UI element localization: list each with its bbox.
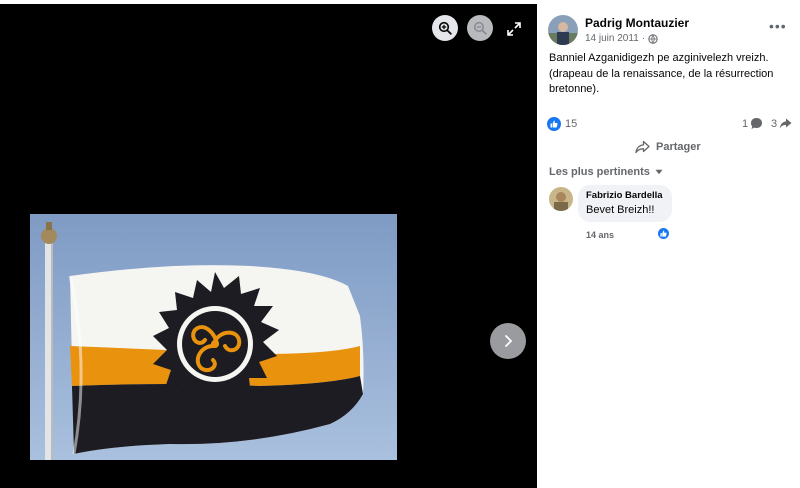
post-author[interactable]: Padrig Montauzier — [585, 16, 689, 30]
comment-icon — [751, 118, 763, 129]
share-icon — [779, 118, 792, 129]
photo-viewer — [0, 4, 537, 488]
zoom-in-icon — [438, 21, 452, 35]
commenter-avatar[interactable] — [549, 187, 573, 211]
reactions-summary[interactable]: 15 — [547, 117, 577, 131]
globe-icon — [648, 33, 658, 44]
chevron-right-icon — [505, 335, 513, 347]
thumbs-up-icon — [660, 230, 667, 237]
comments-count[interactable]: 1 — [742, 117, 763, 130]
next-photo-button[interactable] — [490, 323, 526, 359]
thumbs-up-icon — [550, 120, 558, 128]
comment-time[interactable]: 14 ans — [586, 230, 614, 240]
fullscreen-icon — [507, 22, 521, 36]
post-text-line: Banniel Azganidigezh pe azginivelezh vre… — [549, 52, 769, 64]
meta-separator: · — [641, 33, 646, 44]
share-button[interactable]: Partager — [635, 140, 701, 154]
zoom-out-icon — [473, 21, 487, 35]
comment-bubble: Fabrizio Bardella Bevet Breizh!! — [578, 185, 672, 222]
comment-count-value: 1 — [742, 117, 749, 130]
sort-label: Les plus pertinents — [549, 166, 650, 178]
author-avatar[interactable] — [548, 15, 578, 45]
post-date[interactable]: 14 juin 2011 — [585, 33, 639, 44]
share-icon — [635, 140, 650, 154]
more-options-button[interactable]: ••• — [769, 18, 787, 34]
share-label: Partager — [656, 141, 701, 153]
comment-author[interactable]: Fabrizio Bardella — [586, 190, 663, 201]
comment-sort-dropdown[interactable]: Les plus pertinents — [549, 166, 663, 178]
comment-like-badge[interactable] — [657, 227, 670, 240]
fullscreen-button[interactable] — [504, 19, 524, 39]
post-text-line: (drapeau de la renaissance, de la résurr… — [549, 67, 774, 80]
reaction-count: 15 — [565, 118, 578, 130]
shares-count[interactable]: 3 — [771, 117, 792, 130]
caret-down-icon — [655, 169, 663, 175]
like-reaction-icon — [547, 117, 561, 131]
post-text-line: bretonne). — [549, 83, 600, 95]
post-text: Banniel Azganidigezh pe azginivelezh vre… — [549, 51, 794, 98]
comment-text: Bevet Breizh!! — [586, 204, 655, 216]
post-panel: Padrig Montauzier 14 juin 2011 · ••• Ban… — [537, 4, 800, 488]
flag-photo — [30, 214, 397, 460]
share-count-value: 3 — [771, 117, 778, 130]
zoom-out-button[interactable] — [467, 15, 493, 41]
post-meta: 14 juin 2011 · — [585, 33, 658, 44]
zoom-in-button[interactable] — [432, 15, 458, 41]
